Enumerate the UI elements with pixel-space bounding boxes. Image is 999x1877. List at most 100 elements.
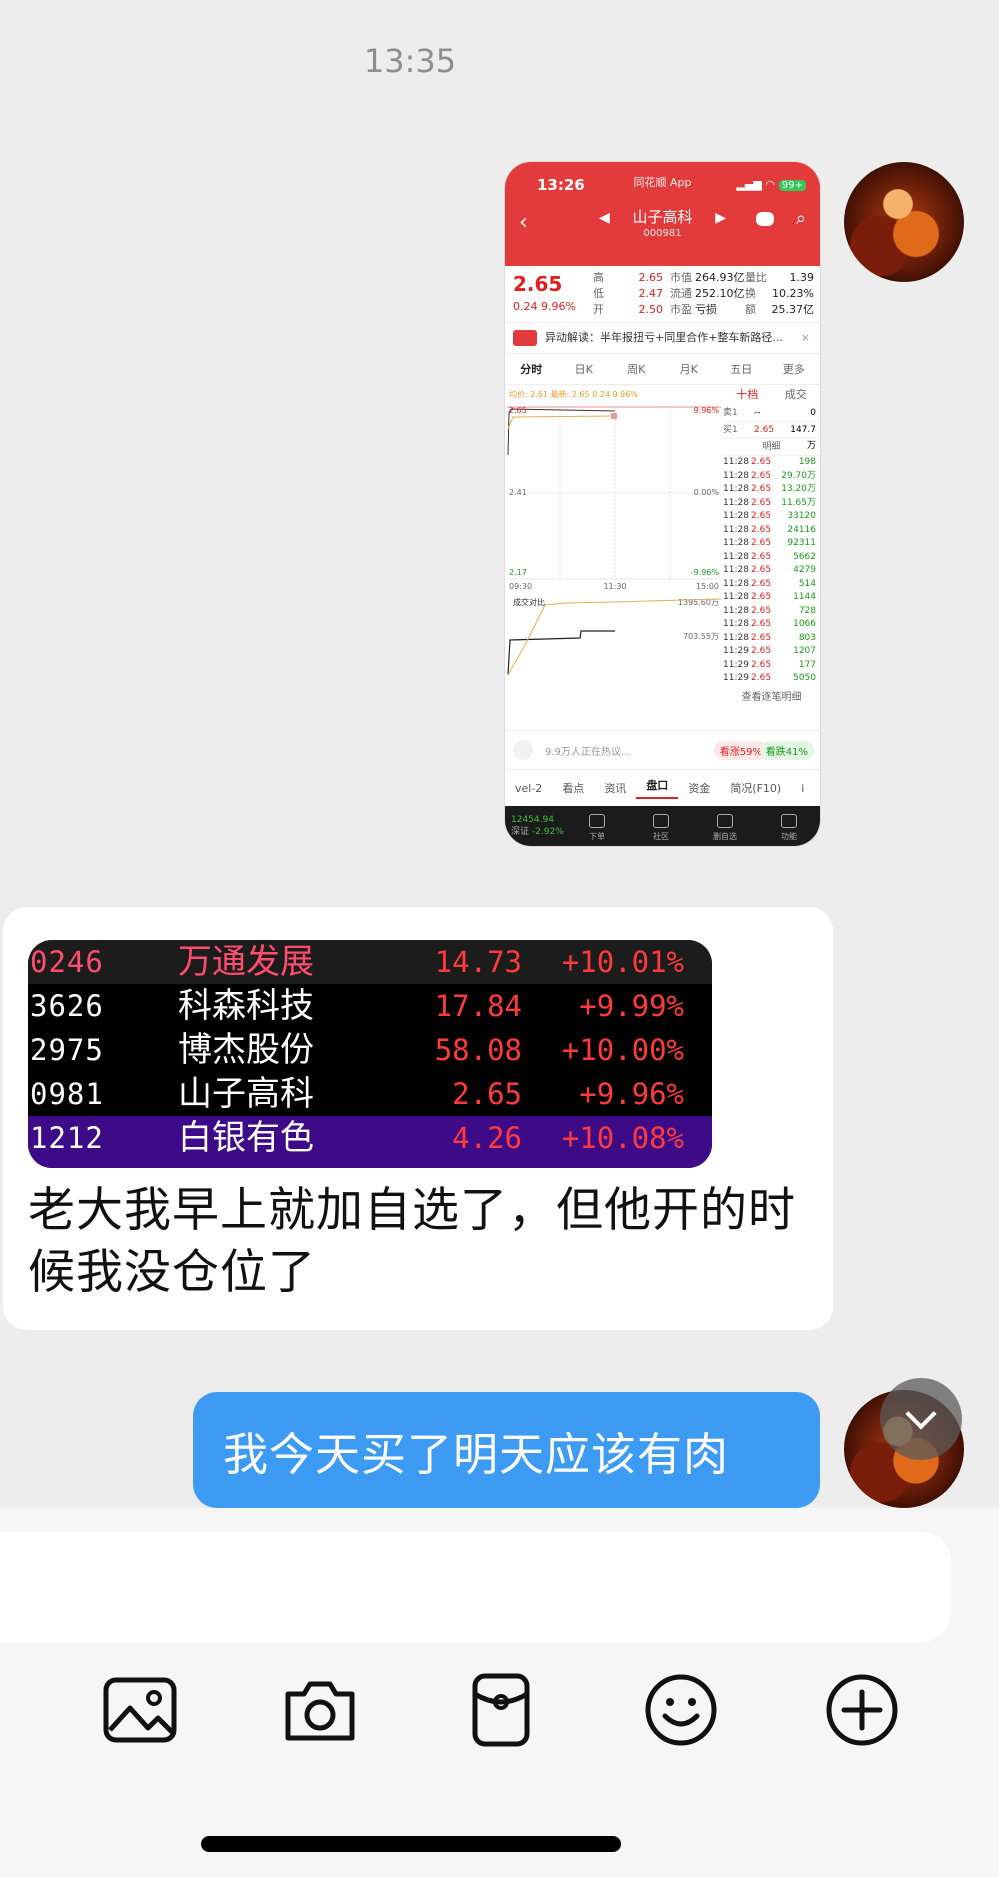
anomaly-banner: 异动解读：半年报扭亏+同里合作+整车新路径... × (505, 323, 820, 354)
next-stock-icon: ▶ (715, 210, 726, 226)
app-header: 13:26 同花顺 App ▂▄▆ ◠ 99+ ‹ ◀ 山子高科 ▶ 000981… (505, 162, 820, 266)
user-avatar[interactable] (844, 162, 964, 282)
outgoing-message-bubble[interactable]: 我今天买了明天应该有肉 (193, 1392, 820, 1508)
time-end: 15:00 (696, 582, 719, 591)
tick-row: 11:28 2.65 198 (723, 457, 816, 467)
emoji-icon[interactable] (643, 1672, 719, 1748)
order-ladder: 十档 成交 卖1 -- 0 买1 2.65 147.7万 明细 11:28 2.6… (723, 385, 820, 730)
tab-daily: 日K (574, 363, 593, 376)
quote-values-3: 1.39 10.23% 25.37亿 (771, 271, 815, 316)
tab-trades: 成交 (784, 388, 807, 401)
tick-row: 11:28 2.65 24116 (723, 524, 816, 535)
battery-indicator: 99+ (778, 180, 806, 191)
intraday-chart-area: 均价: 2.61 最新: 2.65 0.24 9.96% 2.65 2.41 2… (505, 385, 820, 730)
robot-icon (756, 212, 774, 226)
pct-mid-label: 0.00% (694, 488, 720, 497)
tab-level2: vel-2 (515, 781, 543, 795)
index-ticker: 12454.94 深证 -2.92% (511, 815, 564, 837)
close-icon: × (800, 331, 810, 344)
discussion-count: 9.9万人正在热议... (545, 747, 631, 758)
time-mid: 11:30 (603, 582, 626, 591)
tab-weekly: 周K (627, 363, 646, 376)
intraday-chart: 均价: 2.61 最新: 2.65 0.24 9.96% 2.65 2.41 2… (507, 389, 722, 676)
stock-row: 3626 科森科技 17.84 +9.99% (30, 986, 684, 1026)
scroll-to-bottom-button[interactable] (880, 1378, 962, 1460)
more-ticks-link: 查看逐笔明细 (741, 691, 802, 703)
incoming-message-text: 老大我早上就加自选了，但他开的时候我没仓位了 (28, 1183, 796, 1300)
status-icons: ▂▄▆ ◠ 99+ (736, 178, 806, 191)
pct-top-label: 9.96% (694, 406, 720, 415)
stock-app-screenshot[interactable]: 13:26 同花顺 App ▂▄▆ ◠ 99+ ‹ ◀ 山子高科 ▶ 000981… (505, 162, 820, 846)
message-input[interactable] (0, 1532, 951, 1642)
time-start: 09:30 (509, 582, 532, 591)
order-icon (589, 814, 605, 828)
stock-row: 1212 白银有色 4.26 +10.08% (28, 1116, 712, 1168)
quote-values-1: 2.65 2.47 2.50 (638, 271, 664, 316)
tab-news: 资讯 (604, 782, 627, 795)
outgoing-message-text: 我今天买了明天应该有肉 (223, 1428, 730, 1481)
y-bot-label: 2.17 (509, 568, 527, 577)
pct-bot-label: -9.96% (691, 568, 720, 577)
home-indicator (201, 1836, 621, 1852)
bottom-tabs: vel-2 看点 资讯 盘口 资金 简况(F10) i (505, 769, 820, 806)
tab-funds: 资金 (688, 782, 711, 795)
sell-1-row: 卖1 -- 0 (723, 405, 820, 422)
y-top-label: 2.65 (509, 406, 527, 415)
tick-row: 11:28 2.65 514 (723, 578, 816, 589)
nav-community: 社区 (641, 814, 681, 842)
tab-profile: 简况(F10) (730, 782, 782, 795)
discussion-bar: 9.9万人正在热议... 看涨59% 看跌41% (505, 730, 820, 769)
tick-row: 11:29 2.65 5050 (723, 673, 816, 683)
image-icon[interactable] (102, 1672, 178, 1748)
red-packet-icon[interactable] (463, 1672, 539, 1748)
tick-row: 11:28 2.65 92311 (723, 538, 816, 548)
tick-row: 11:28 2.65 803 (723, 632, 816, 643)
stock-row: 0246 万通发展 14.73 +10.01% (28, 940, 712, 984)
tick-row: 11:28 2.65 13.20万 (723, 484, 816, 494)
tab-overflow: i (801, 781, 805, 795)
camera-icon[interactable] (282, 1672, 358, 1748)
tick-list: 11:28 2.65 198 11:28 2.65 29.70万 11:28 2.65 13.2… (723, 456, 820, 686)
chat-timestamp: 13:35 (363, 42, 457, 80)
nav-functions: 功能 (769, 814, 809, 842)
tab-more: 更多 (782, 363, 805, 376)
plus-icon[interactable] (824, 1672, 900, 1748)
nav-remove-watch: 删自选 (705, 814, 745, 842)
stock-list-image[interactable]: 0246 万通发展 14.73 +10.01% 3626 科森科技 17.84 +9.9… (28, 940, 712, 1168)
search-icon: ⌕ (795, 208, 806, 229)
tick-row: 11:29 2.65 177 (723, 659, 816, 670)
chart-header: 均价: 2.61 最新: 2.65 0.24 9.96% (509, 389, 638, 399)
bear-badge: 看跌41% (759, 741, 814, 760)
tick-row: 11:28 2.65 4279 (723, 565, 816, 575)
tab-fiveday: 五日 (730, 363, 753, 376)
buy-1-row: 买1 2.65 147.7万 (723, 422, 820, 451)
tick-row: 11:28 2.65 1144 (723, 592, 816, 602)
quote-labels-1: 高低开 (593, 271, 604, 316)
tab-intraday: 分时 (520, 363, 543, 376)
tick-row: 11:28 2.65 1066 (723, 619, 816, 629)
y-mid-label: 2.41 (509, 488, 527, 497)
tab-highlights: 看点 (562, 782, 585, 795)
tick-row: 11:28 2.65 33120 (723, 511, 816, 521)
current-price: 2.65 (513, 272, 563, 296)
nav-order: 下单 (577, 814, 617, 842)
price-change: 0.24 9.96% (513, 300, 576, 313)
app-bottom-nav: 12454.94 深证 -2.92% 下单 社区 删自选 功能 (505, 806, 820, 846)
tick-row: 11:29 2.65 1207 (723, 646, 816, 656)
remove-icon (717, 814, 733, 828)
tab-orderbook: 盘口 (636, 777, 679, 799)
tick-row: 11:28 2.65 11.65万 (723, 497, 816, 508)
tick-row: 11:28 2.65 29.70万 (723, 470, 816, 481)
quote-labels-3: 量比换额 (745, 271, 767, 316)
tab-ten-levels: 十档 (736, 388, 759, 401)
volume-label: 成交对比 (513, 597, 545, 607)
community-icon (653, 814, 669, 828)
stock-code: 000981 (643, 228, 682, 239)
discussion-icon (513, 740, 533, 760)
tab-monthly: 月K (679, 363, 698, 376)
quote-labels-2: 市值 流通 市盈 (670, 271, 692, 316)
stock-row: 0981 山子高科 2.65 +9.96% (30, 1074, 684, 1114)
detail-label: 明细 (723, 439, 820, 456)
quote-panel: 2.65 0.24 9.96% 高低开 2.65 2.47 2.50 市值 流通 市盈 … (505, 266, 820, 323)
anomaly-tag (513, 330, 537, 346)
